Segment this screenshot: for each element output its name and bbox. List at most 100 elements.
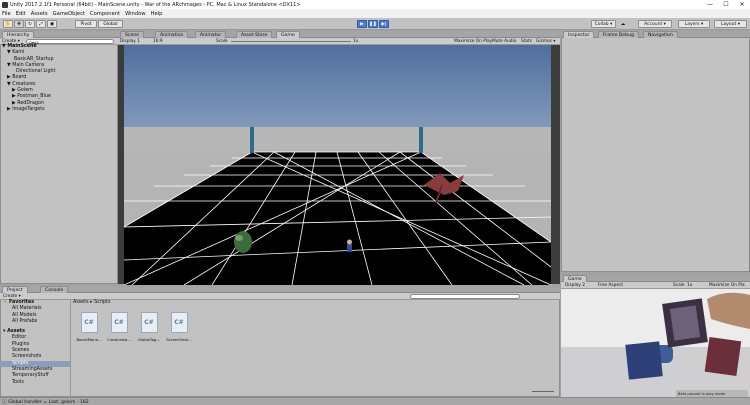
window-title: Unity 2017.2.1f1 Personal (64bit) - Main… <box>10 1 301 8</box>
asset-label: Creatureta... <box>107 337 131 342</box>
small-scale-label: Scale <box>673 283 685 288</box>
global-label: Global <box>103 21 118 27</box>
menu-bar: File Edit Assets GameObject Component Wi… <box>0 9 750 18</box>
asset-label: BoardMana... <box>76 337 102 342</box>
csharp-script-icon: C# <box>110 312 128 333</box>
tab-console[interactable]: Console <box>40 286 69 293</box>
small-display-dropdown[interactable]: Display 2 <box>565 283 585 288</box>
collab-label: Collab ▾ <box>594 21 613 27</box>
project-folder-tree: ★ Favorites All Materials All Models All… <box>0 300 70 386</box>
play-button[interactable]: ▶ <box>357 20 367 28</box>
project-tabbar <box>0 286 560 293</box>
postman-blue <box>347 239 352 252</box>
step-button[interactable]: ▶| <box>379 20 389 28</box>
hand-icon: ✋ <box>5 21 11 27</box>
menu-file[interactable]: File <box>2 11 11 17</box>
cloud-button[interactable]: ☁ <box>619 20 627 28</box>
status-message: ⓘ Global handler = Last: golem - 182 <box>2 400 89 405</box>
tab-navigation[interactable]: Navigation <box>643 31 678 38</box>
maximize-on-play-toggle[interactable]: Maximize On Play <box>454 39 492 44</box>
menu-help[interactable]: Help <box>151 11 163 17</box>
menu-window[interactable]: Window <box>125 11 145 17</box>
project-search-input[interactable] <box>410 294 520 299</box>
aspect-dropdown[interactable]: 16:9 <box>153 39 163 44</box>
scale-tool-button[interactable]: ⤢ <box>36 20 46 28</box>
menu-assets[interactable]: Assets <box>31 11 48 17</box>
asset-globaltoggle[interactable]: C# GlobalTog... <box>136 312 162 342</box>
tab-animator[interactable]: Animator <box>195 31 227 38</box>
asset-label: ScreenShot... <box>166 337 192 342</box>
asset-label: GlobalTog... <box>137 337 161 342</box>
layout-dropdown[interactable]: Layout ▾ <box>714 20 747 28</box>
layers-label: Layers ▾ <box>684 21 704 27</box>
hierarchy-tab-label: Hierarchy <box>7 32 30 38</box>
pivot-toggle[interactable]: Pivot <box>75 20 97 28</box>
scale-label: Scale <box>216 39 228 44</box>
step-icon: ▶| <box>381 21 387 27</box>
menu-gameobject[interactable]: GameObject <box>53 11 85 17</box>
main-toolbar: ✋ ✥ ↻ ⤢ ▣ Pivot Global ▶ ❚❚ ▶| Collab ▾ … <box>0 18 750 30</box>
move-tool-button[interactable]: ✥ <box>14 20 24 28</box>
menu-edit[interactable]: Edit <box>16 11 26 17</box>
collab-button[interactable]: Collab ▾ <box>591 20 616 28</box>
layout-label: Layout ▾ <box>721 21 740 27</box>
image-target-red <box>704 336 742 377</box>
close-button[interactable]: ✕ <box>734 0 750 9</box>
expand-arrow-icon[interactable]: ▼ <box>2 44 6 49</box>
tab-small-game[interactable]: Game <box>563 275 587 282</box>
golem <box>234 231 252 253</box>
window-titlebar: Unity 2017.2.1f1 Personal (64bit) - Main… <box>0 0 750 9</box>
cloud-icon: ☁ <box>620 21 626 27</box>
rect-icon: ▣ <box>49 21 55 27</box>
tab-hierarchy[interactable]: Hierarchy <box>2 31 35 38</box>
project-create-button[interactable]: Create ▾ <box>3 294 21 299</box>
unity-logo-icon <box>2 1 8 8</box>
asset-creaturetarget[interactable]: C# Creatureta... <box>106 312 132 342</box>
minimize-button[interactable]: — <box>702 0 718 9</box>
icon-size-slider[interactable] <box>532 391 554 392</box>
asset-boardmanager[interactable]: C# BoardMana... <box>76 312 102 342</box>
info-icon: ⓘ <box>2 400 7 405</box>
small-aspect-dropdown[interactable]: Free Aspect <box>598 283 623 288</box>
csharp-script-icon: C# <box>170 312 188 333</box>
pause-icon: ❚❚ <box>369 21 377 27</box>
hand-tool-button[interactable]: ✋ <box>3 20 13 28</box>
tab-inspector[interactable]: Inspector <box>563 31 595 38</box>
pause-button[interactable]: ❚❚ <box>368 20 378 28</box>
tab-animation[interactable]: Animation <box>155 31 189 38</box>
project-breadcrumb[interactable]: Assets ▸ Scripts <box>73 300 110 305</box>
game-view[interactable] <box>124 45 551 285</box>
csharp-script-icon: C# <box>140 312 158 333</box>
small-game-toolbar: Display 2 Free Aspect Scale 1x Maximize … <box>561 282 750 289</box>
beta-paused-badge: Beta paused in play mode <box>678 392 726 396</box>
tab-scene[interactable]: Scene <box>120 31 145 38</box>
folder-tools[interactable]: Tools <box>0 380 70 386</box>
status-bar: ⓘ Global handler = Last: golem - 182 <box>0 397 750 405</box>
scale-slider[interactable] <box>231 41 351 42</box>
small-scale-value: 1x <box>687 283 693 288</box>
play-icon: ▶ <box>360 21 364 27</box>
layers-dropdown[interactable]: Layers ▾ <box>678 20 710 28</box>
tree-item-imagetargets[interactable]: ▶ ImageTargets <box>0 107 118 113</box>
small-maximize-on-play[interactable]: Maximize On Pla <box>709 283 745 288</box>
asset-screenshot[interactable]: C# ScreenShot... <box>166 312 192 342</box>
global-toggle[interactable]: Global <box>98 20 123 28</box>
project-toolbar: Create ▾ <box>0 293 560 300</box>
stats-toggle[interactable]: Stats <box>521 39 532 44</box>
mute-audio-toggle[interactable]: Mute Audio <box>492 39 516 44</box>
tab-frame-debug[interactable]: Frame Debug <box>598 31 639 38</box>
small-game-tabbar <box>561 275 750 282</box>
move-icon: ✥ <box>17 21 21 27</box>
account-dropdown[interactable]: Account ▾ <box>638 20 672 28</box>
tab-project[interactable]: Project <box>2 286 28 293</box>
rotate-tool-button[interactable]: ↻ <box>25 20 35 28</box>
menu-component[interactable]: Component <box>90 11 120 17</box>
csharp-script-icon: C# <box>80 312 98 333</box>
maximize-button[interactable]: ☐ <box>718 0 734 9</box>
tab-asset-store[interactable]: Asset Store <box>236 31 273 38</box>
tab-game[interactable]: Game <box>276 31 300 38</box>
gizmos-dropdown[interactable]: Gizmos ▾ <box>536 39 555 44</box>
display-dropdown[interactable]: Display 1 <box>120 39 140 44</box>
rect-tool-button[interactable]: ▣ <box>47 20 57 28</box>
camera-feed-view[interactable]: Beta paused in play mode <box>561 289 750 397</box>
